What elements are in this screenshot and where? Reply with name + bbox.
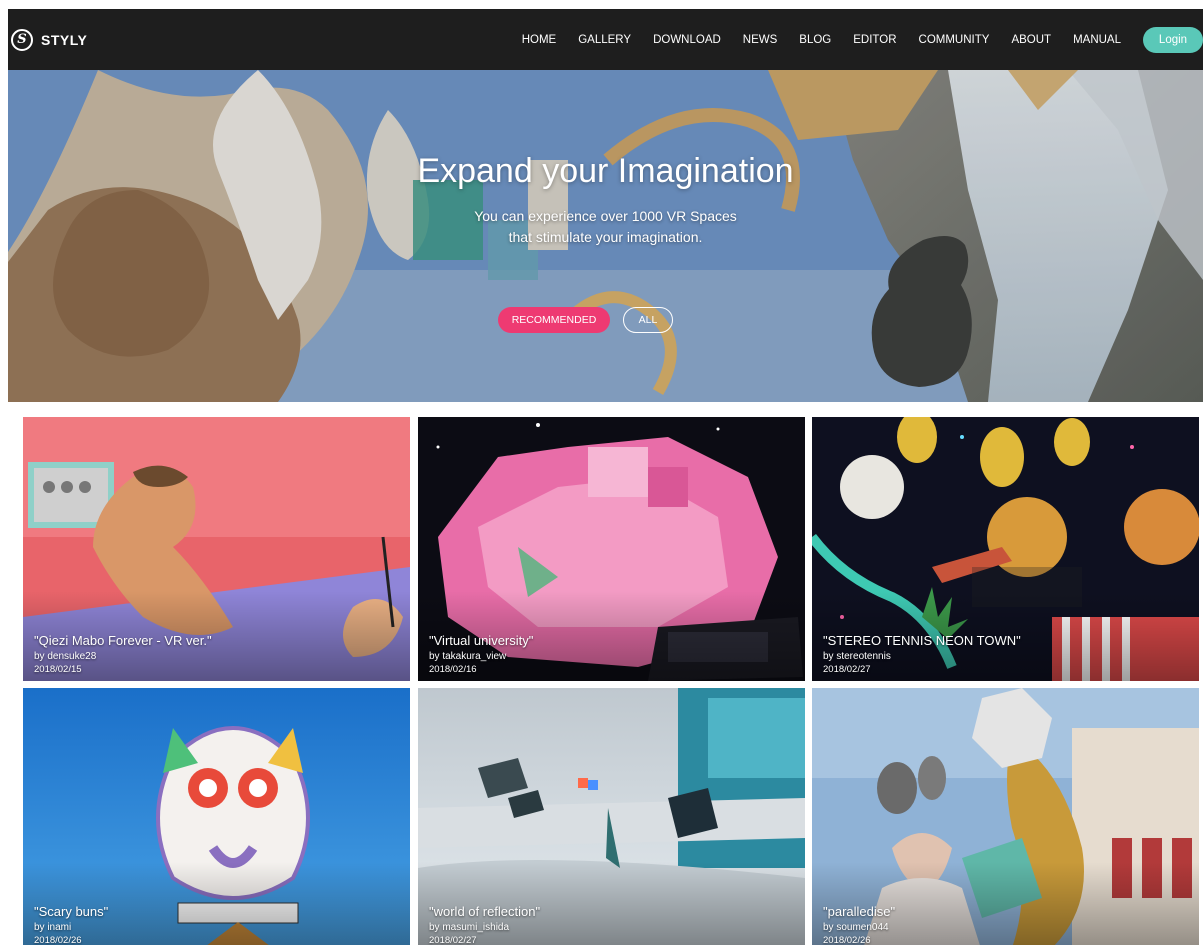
nav-gallery[interactable]: GALLERY — [578, 34, 631, 46]
card-date: 2018/02/26 — [823, 935, 871, 945]
card-meta: "STEREO TENNIS NEON TOWN" by stereotenni… — [823, 632, 1021, 676]
nav-about[interactable]: ABOUT — [1011, 34, 1051, 46]
card-meta: "Virtual university" by takakura_view 20… — [429, 632, 533, 676]
card-title: "Scary buns" — [34, 904, 109, 919]
card-title: "Qiezi Mabo Forever - VR ver." — [34, 633, 212, 648]
nav-blog[interactable]: BLOG — [799, 34, 831, 46]
tab-recommended[interactable]: RECOMMENDED — [498, 307, 610, 333]
gallery-card[interactable]: "world of reflection" by masumi_ishida 2… — [418, 688, 805, 945]
hero-subtitle: You can experience over 1000 VR Spaces t… — [8, 206, 1203, 248]
card-date: 2018/02/15 — [34, 664, 82, 675]
card-meta: "world of reflection" by masumi_ishida 2… — [429, 903, 540, 945]
hero-subtitle-line-2: that stimulate your imagination. — [508, 229, 703, 245]
card-author: by soumen044 — [823, 922, 889, 933]
hero-title: Expand your Imagination — [417, 152, 794, 190]
gallery-card[interactable]: "Virtual university" by takakura_view 20… — [418, 417, 805, 681]
card-author: by masumi_ishida — [429, 922, 510, 933]
card-date: 2018/02/27 — [429, 935, 477, 945]
nav-download[interactable]: DOWNLOAD — [653, 34, 721, 46]
login-button[interactable]: Login — [1143, 26, 1203, 53]
card-date: 2018/02/16 — [429, 664, 477, 675]
gallery-card[interactable]: "Qiezi Mabo Forever - VR ver." by densuk… — [23, 417, 410, 681]
gallery-filter-tabs: RECOMMENDED ALL — [8, 307, 1203, 333]
main-nav: HOME GALLERY DOWNLOAD NEWS BLOG EDITOR C… — [500, 9, 1203, 70]
card-meta: "paralledise" by soumen044 2018/02/26 — [823, 903, 895, 945]
gallery-card[interactable]: "Scary buns" by inami 2018/02/26 — [23, 688, 410, 945]
styly-page: S STYLY HOME GALLERY DOWNLOAD NEWS BLOG … — [0, 0, 1203, 945]
card-title: "Virtual university" — [429, 633, 534, 648]
card-author: by takakura_view — [429, 651, 507, 662]
brand-logo-link[interactable]: S STYLY — [11, 28, 88, 51]
gallery-card[interactable]: "paralledise" by soumen044 2018/02/26 — [812, 688, 1199, 945]
card-date: 2018/02/27 — [823, 664, 871, 675]
card-date: 2018/02/26 — [34, 935, 82, 945]
card-title: "paralledise" — [823, 904, 896, 919]
nav-editor[interactable]: EDITOR — [853, 34, 896, 46]
card-title: "world of reflection" — [429, 904, 541, 919]
nav-manual[interactable]: MANUAL — [1073, 34, 1121, 46]
card-author: by densuke28 — [34, 651, 97, 662]
nav-home[interactable]: HOME — [522, 34, 557, 46]
card-author: by inami — [34, 922, 72, 933]
card-meta: "Qiezi Mabo Forever - VR ver." by densuk… — [34, 632, 212, 676]
hero-banner: Expand your Imagination You can experien… — [8, 70, 1203, 402]
brand-name: STYLY — [41, 31, 88, 48]
hero-subtitle-line-1: You can experience over 1000 VR Spaces — [474, 208, 737, 224]
styly-logo-icon: S — [11, 28, 33, 51]
card-meta: "Scary buns" by inami 2018/02/26 — [34, 903, 108, 945]
tab-all[interactable]: ALL — [623, 307, 673, 333]
nav-news[interactable]: NEWS — [743, 34, 778, 46]
nav-community[interactable]: COMMUNITY — [919, 34, 990, 46]
top-nav-bar: S STYLY HOME GALLERY DOWNLOAD NEWS BLOG … — [8, 9, 1203, 70]
card-author: by stereotennis — [823, 651, 891, 662]
gallery-card[interactable]: "STEREO TENNIS NEON TOWN" by stereotenni… — [812, 417, 1199, 681]
card-title: "STEREO TENNIS NEON TOWN" — [823, 633, 1021, 648]
